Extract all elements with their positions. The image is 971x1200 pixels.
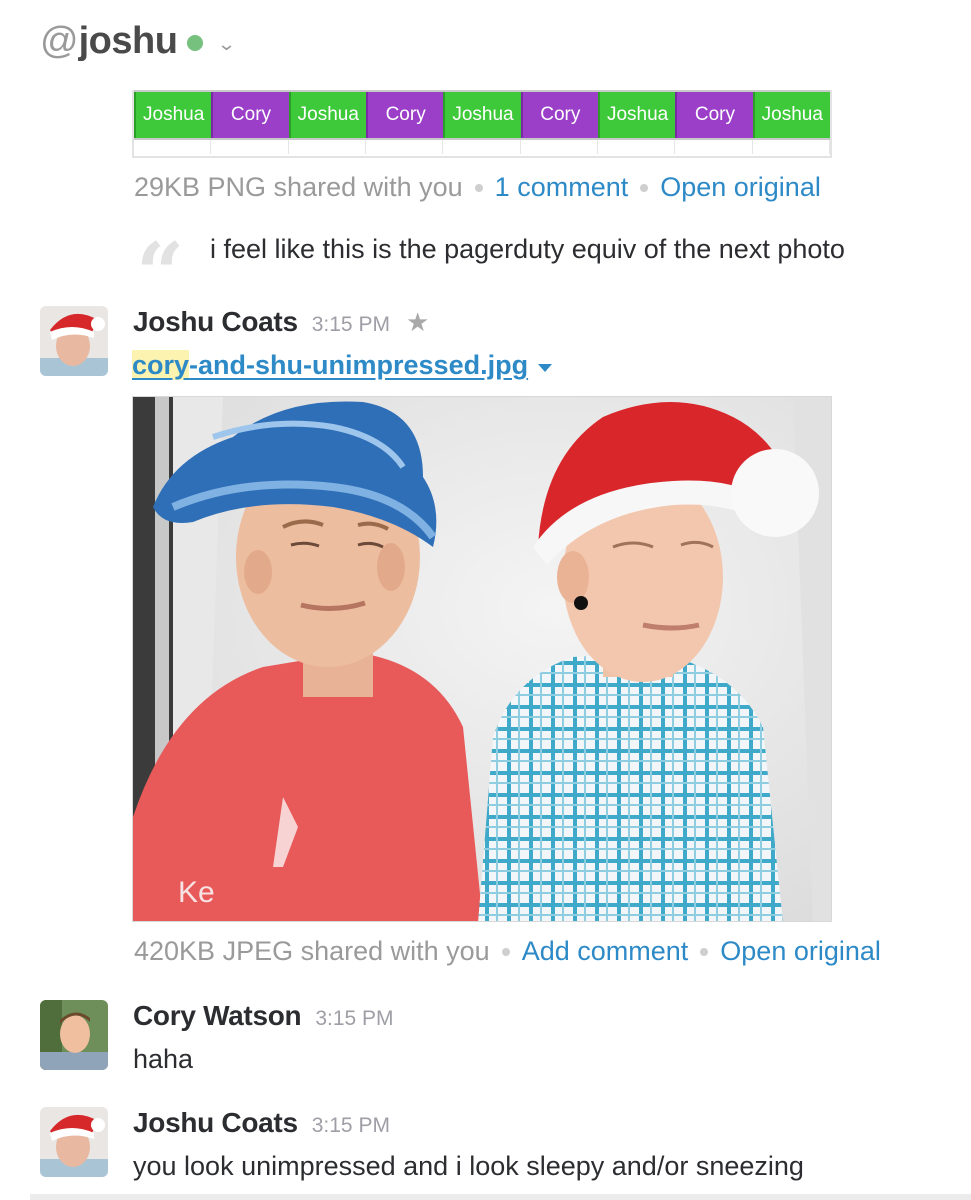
file-comment-text: i feel like this is the pagerduty equiv … — [210, 233, 845, 264]
channel-name[interactable]: joshu — [79, 20, 178, 63]
open-original-link[interactable]: Open original — [720, 936, 881, 967]
star-icon[interactable]: ★ — [406, 307, 429, 338]
timestamp[interactable]: 3:15 PM — [312, 313, 390, 337]
dropdown-caret-icon[interactable] — [538, 363, 553, 372]
schedule-image[interactable]: Joshua Cory Joshua Cory Joshua Cory Josh… — [132, 90, 832, 158]
message-header: Cory Watson 3:15 PM — [133, 1000, 394, 1032]
schedule-grid — [134, 140, 830, 154]
avatar[interactable] — [40, 306, 108, 376]
schedule-cell: Joshua — [134, 92, 212, 138]
message-header: Joshu Coats 3:15 PM ★ — [133, 306, 429, 338]
message-header: Joshu Coats 3:15 PM — [133, 1107, 390, 1139]
add-comment-link[interactable]: Add comment — [522, 936, 689, 967]
separator-dot-icon — [474, 183, 483, 192]
schedule-cell: Cory — [365, 92, 444, 138]
schedule-cell: Joshua — [288, 92, 366, 138]
schedule-cell: Joshua — [752, 92, 830, 138]
schedule-cell: Joshua — [597, 92, 676, 138]
message-text: haha — [133, 1044, 194, 1074]
sender-name[interactable]: Joshu Coats — [133, 1107, 298, 1139]
sender-name[interactable]: Cory Watson — [133, 1000, 302, 1032]
timestamp[interactable]: 3:15 PM — [315, 1007, 393, 1031]
quote-icon: “ — [136, 224, 185, 323]
message-text: you look unimpressed and i look sleepy a… — [133, 1151, 804, 1181]
timestamp[interactable]: 3:15 PM — [312, 1114, 390, 1138]
shared-photo[interactable]: Ke — [132, 396, 832, 922]
channel-header[interactable]: @ joshu ⌄ — [40, 18, 237, 64]
file-name-rest: -and-shu-unimpressed.jpg — [189, 350, 529, 380]
schedule-cell: Cory — [675, 92, 753, 138]
schedule-bar: Joshua Cory Joshua Cory Joshua Cory Josh… — [134, 90, 830, 140]
presence-indicator-icon — [187, 35, 204, 51]
chevron-down-icon[interactable]: ⌄ — [217, 34, 237, 55]
file-name-highlight: cory — [132, 350, 190, 380]
separator-dot-icon — [640, 183, 649, 192]
sender-name[interactable]: Joshu Coats — [133, 306, 298, 338]
svg-text:Ke: Ke — [178, 876, 215, 909]
schedule-cell: Joshua — [443, 92, 521, 138]
schedule-cell: Cory — [211, 92, 289, 138]
separator-dot-icon — [700, 947, 709, 956]
file-comment: “ i feel like this is the pagerduty equi… — [136, 226, 845, 316]
separator-dot-icon — [501, 947, 510, 956]
file-info: 29KB PNG shared with you — [134, 172, 463, 202]
file-meta: 29KB PNG shared with you 1 comment Open … — [134, 172, 821, 203]
schedule-cell: Cory — [520, 92, 598, 138]
channel-prefix: @ — [40, 19, 79, 62]
file-meta: 420KB JPEG shared with you Add comment O… — [134, 936, 881, 967]
open-original-link[interactable]: Open original — [660, 172, 821, 203]
avatar[interactable] — [40, 1000, 108, 1070]
divider — [30, 1194, 971, 1200]
file-info: 420KB JPEG shared with you — [134, 936, 490, 966]
file-name-link[interactable]: cory-and-shu-unimpressed.jpg — [132, 350, 528, 381]
avatar[interactable] — [40, 1107, 108, 1177]
file-link-row: cory-and-shu-unimpressed.jpg — [132, 350, 553, 381]
comments-link[interactable]: 1 comment — [495, 172, 629, 203]
